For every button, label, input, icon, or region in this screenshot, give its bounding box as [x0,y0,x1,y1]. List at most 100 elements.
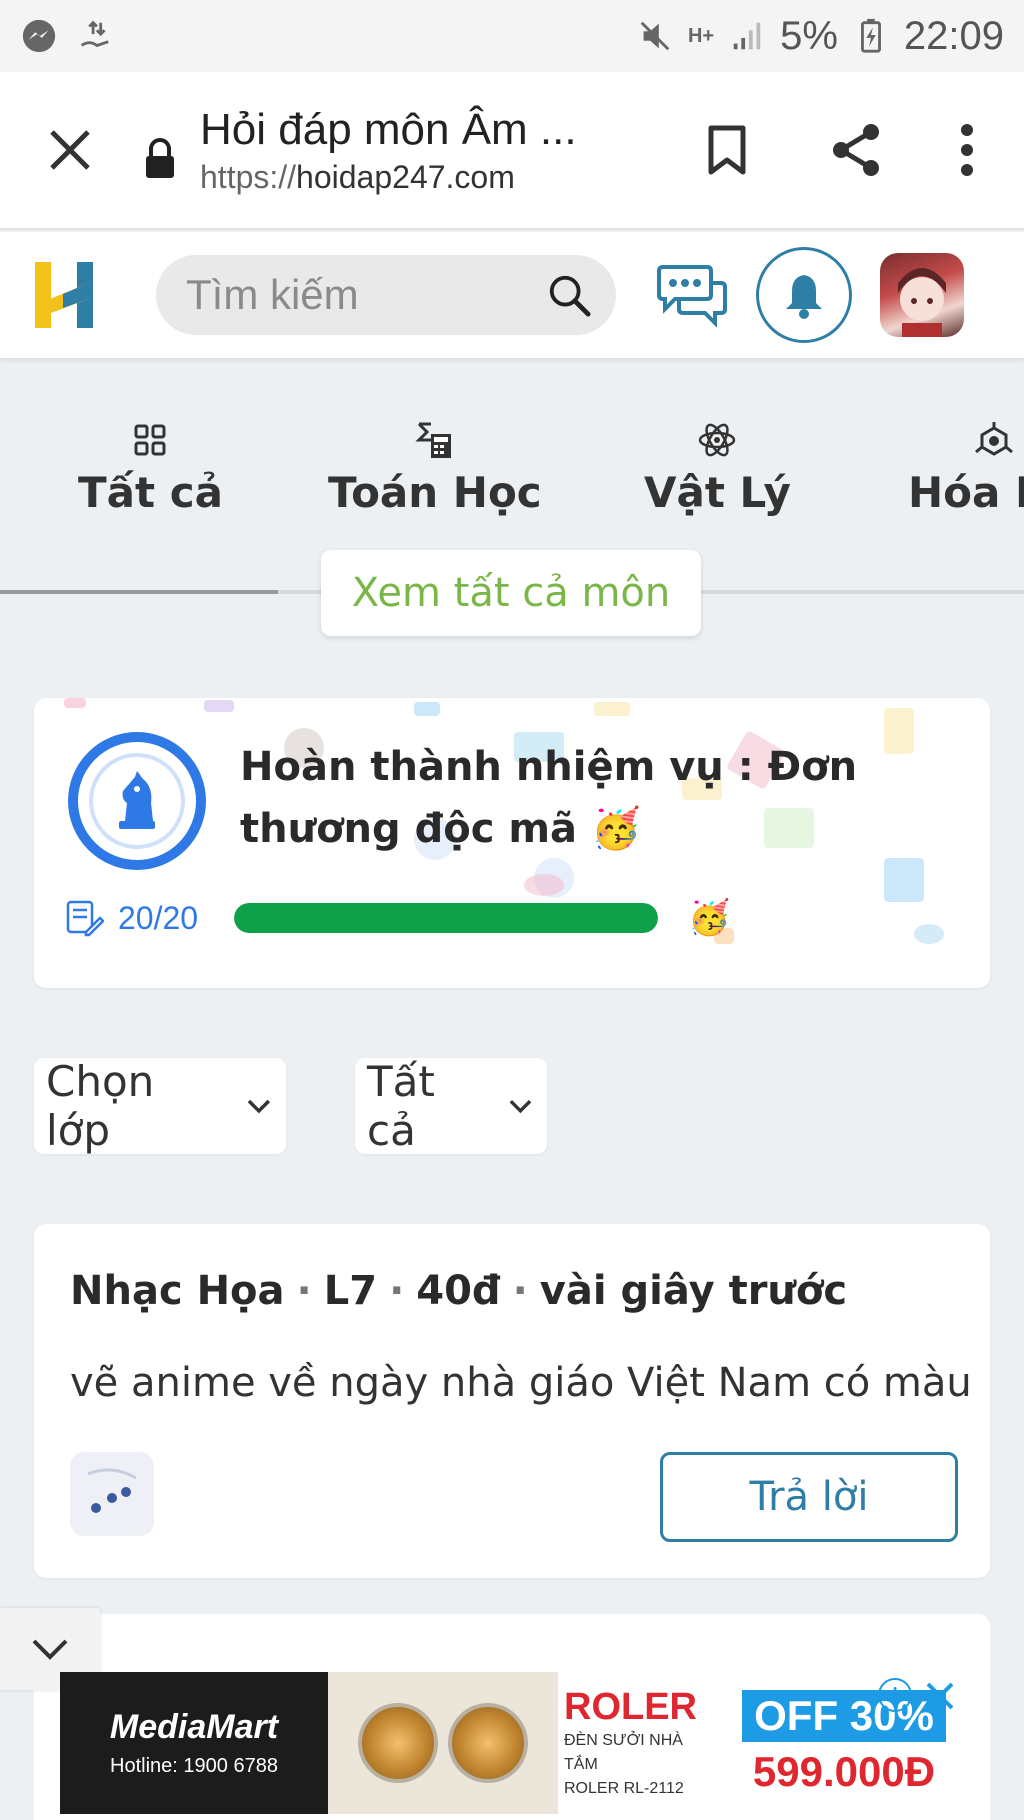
progress-count: 20/20 [118,899,199,936]
ad-brand-panel: MediaMart Hotline: 1900 6788 [60,1672,328,1814]
mission-badge [68,732,206,870]
lock-icon [140,120,180,180]
tab-chemistry[interactable]: Hóa H [908,420,1024,517]
messages-button[interactable] [656,258,730,332]
ad-product-info: ROLER ĐÈN SƯỞI NHÀ TẮM ROLER RL-2112 [558,1672,718,1814]
ad-product-desc1: ĐÈN SƯỞI NHÀ TẮM [564,1732,683,1773]
anime-avatar-image [898,268,946,337]
grade-filter-value: Chọn lớp [46,1057,155,1155]
tab-chemistry-label: Hóa H [908,468,1024,517]
chevron-down-icon [247,1099,271,1114]
ad-discount: OFF 30% [742,1690,946,1742]
grid-icon [134,424,166,456]
ad-product-desc2: ROLER RL-2112 [564,1780,684,1797]
close-tab-button[interactable] [0,90,140,210]
molecule-icon [975,422,1013,456]
note-edit-icon [66,900,104,937]
user-avatar[interactable] [880,253,964,337]
ad-price: 599.000Đ [752,1748,936,1795]
site-logo[interactable] [0,232,130,358]
mute-icon [640,21,670,51]
type-filter-dropdown[interactable]: Tất cả [355,1057,547,1155]
calculator-icon [415,422,451,458]
chat-bubbles-icon [657,265,727,327]
tab-active-indicator [0,590,278,594]
tab-physics-label: Vật Lý [644,468,791,517]
progress-bar-fill [234,903,659,933]
tab-math-label: Toán Học [328,468,542,517]
heater-lamp-image [448,1703,528,1783]
answer-button[interactable]: Trả lời [660,1452,958,1542]
share-button[interactable] [792,90,922,210]
question-time: vài giây trước [539,1268,848,1314]
atom-icon [699,423,736,457]
clock: 22:09 [903,13,1004,58]
search-icon[interactable] [546,271,592,319]
meta-separator: · [296,1268,312,1314]
mission-progress: 20/20 🥳 [64,898,730,938]
tab-all[interactable]: Tất cả [78,420,223,517]
notifications-button[interactable] [756,247,852,343]
question-meta: Nhạc Họa · L7 · 40đ · vài giây trước [70,1268,847,1314]
tab-math[interactable]: Toán Học [328,420,542,517]
type-filter-value: Tất cả [367,1057,435,1155]
search-input[interactable] [186,271,546,319]
confetti-decoration [884,858,924,902]
meta-separator: · [512,1268,528,1314]
messenger-icon [22,19,56,53]
meta-separator: · [389,1268,405,1314]
question-points: 40đ [416,1268,501,1314]
bell-icon [786,275,822,319]
confetti-decoration [204,700,234,712]
confetti-decoration [64,698,86,708]
tab-all-label: Tất cả [78,468,223,517]
logo-h-icon [35,262,93,328]
chess-knight-icon [119,771,155,829]
progress-bar [234,903,659,933]
bookmark-icon [708,125,746,175]
party-emoji: 🥳 [688,898,731,938]
subject-tabs: Tất cả Toán Học Vật Lý Hóa H [0,420,1024,520]
ad-product-image [328,1672,558,1814]
chevron-down-icon [509,1099,532,1114]
question-text[interactable]: vẽ anime về ngày nhà giáo Việt Nam có mà… [70,1360,972,1406]
ad-brand: MediaMart [109,1708,279,1746]
ad-banner[interactable]: MediaMart Hotline: 1900 6788 ROLER ĐÈN S… [60,1672,970,1814]
battery-charging-icon [860,18,881,53]
ad-close-icon[interactable] [920,1676,960,1716]
mission-title: Hoàn thành nhiệm vụ : Đơn thương độc mã … [240,744,858,852]
ad-hotline: Hotline: 1900 6788 [110,1755,278,1777]
search-box[interactable] [156,255,616,335]
network-type: H+ [687,24,715,47]
more-vertical-icon [961,124,973,176]
confetti-decoration [524,874,564,896]
page-url: https://hoidap247.com [200,159,640,196]
bookmark-button[interactable] [662,90,792,210]
confetti-decoration [414,702,440,716]
heater-lamp-image [358,1703,438,1783]
site-header [0,232,1024,358]
browser-toolbar: Hỏi đáp môn Âm ... https://hoidap247.com [0,72,1024,230]
more-options-button[interactable] [922,90,1012,210]
mission-card: Hoàn thành nhiệm vụ : Đơn thương độc mã … [34,698,990,988]
page-title: Hỏi đáp môn Âm ... [200,104,577,154]
address-bar[interactable]: Hỏi đáp môn Âm ... https://hoidap247.com [200,105,640,196]
url-host: hoidap247.com [296,158,515,195]
badge-inner [89,753,185,849]
close-icon [50,130,90,170]
signal-icon [733,22,761,50]
confetti-decoration [914,924,944,944]
confetti-decoration [594,702,630,716]
asker-avatar-image [87,1468,137,1513]
ad-product-name: ROLER [564,1686,697,1728]
grade-filter-dropdown[interactable]: Chọn lớp [34,1057,286,1155]
asker-avatar[interactable] [70,1452,154,1536]
status-bar: H+ 5% 22:09 [0,0,1024,72]
ad-info-icon[interactable]: i [878,1678,912,1712]
question-grade: L7 [323,1268,378,1314]
data-saver-icon [80,20,109,48]
chevron-down-icon [32,1639,68,1660]
question-card[interactable]: Nhạc Họa · L7 · 40đ · vài giây trước vẽ … [34,1224,990,1578]
view-all-subjects-button[interactable]: Xem tất cả môn [321,550,701,636]
tab-physics[interactable]: Vật Lý [644,420,791,517]
